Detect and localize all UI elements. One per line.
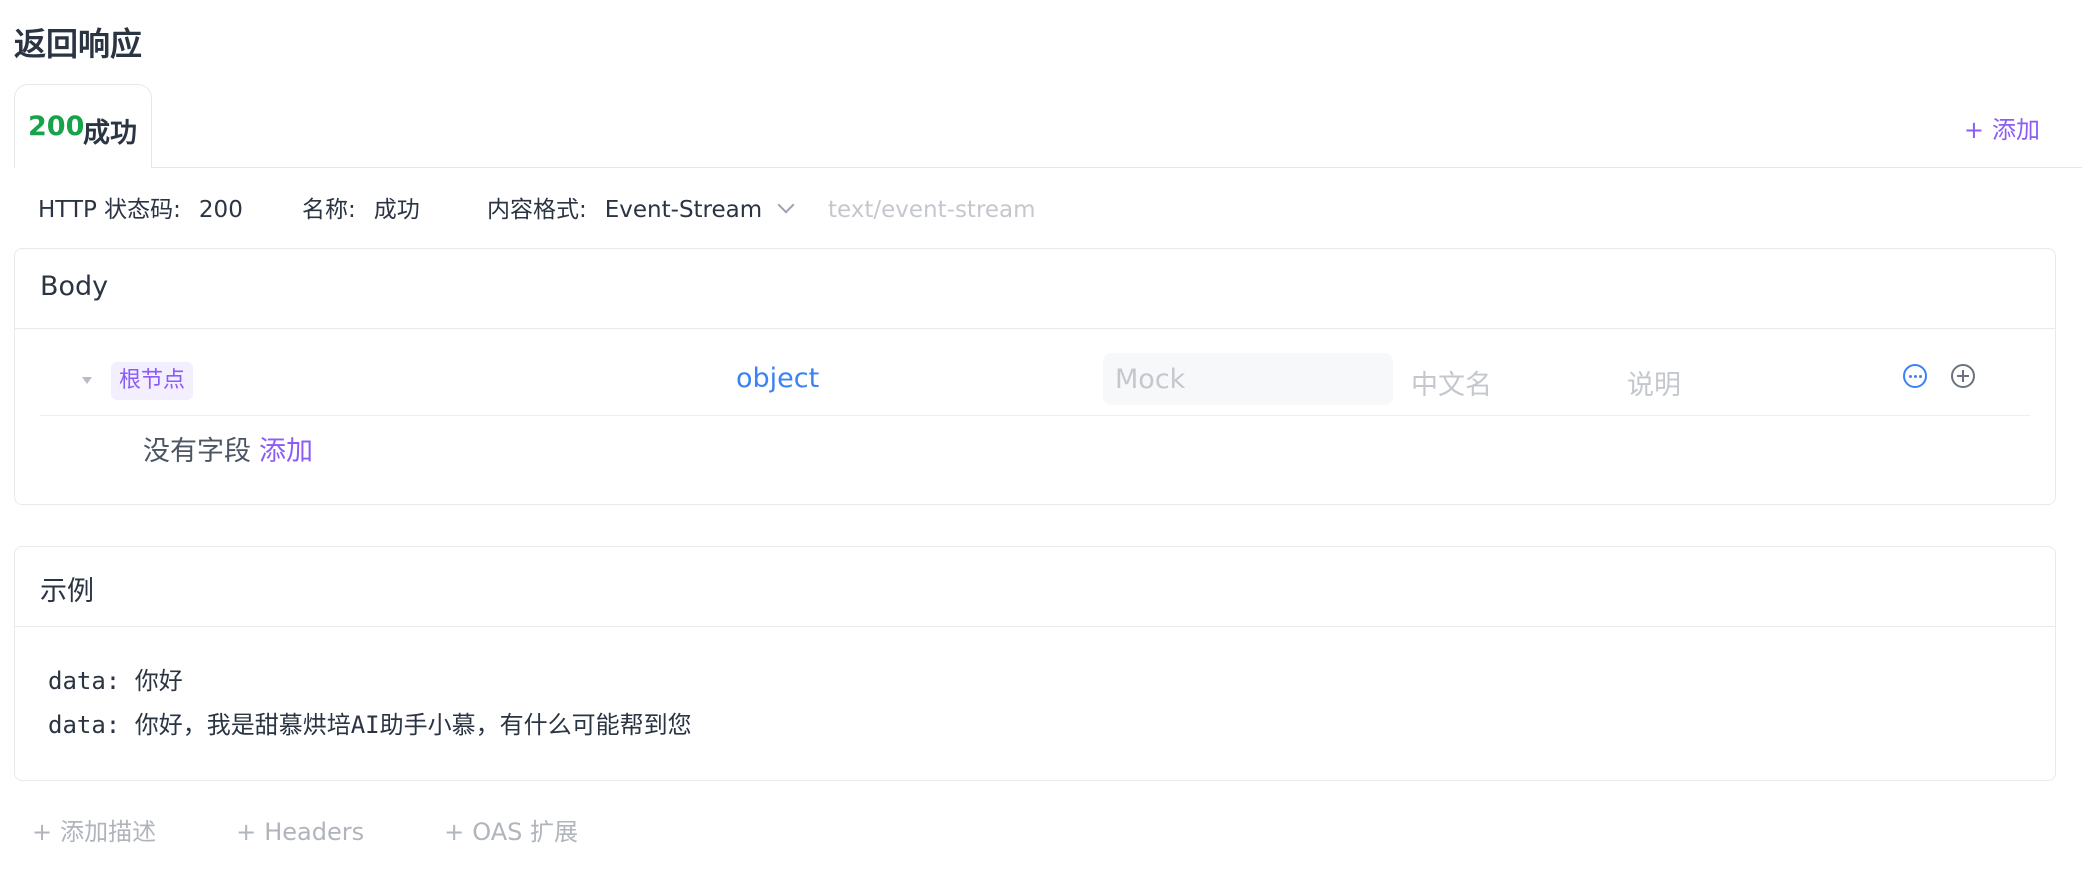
footer-actions: + 添加描述 + Headers + OAS 扩展 xyxy=(32,812,658,847)
mime-type: text/event-stream xyxy=(828,197,1036,223)
example-line: data: 你好 xyxy=(48,667,183,695)
empty-fields: 没有字段 添加 xyxy=(143,429,313,468)
example-line: data: 你好，我是甜慕烘培AI助手小慕，有什么可能帮到您 xyxy=(48,711,692,739)
plus-circle-icon[interactable] xyxy=(1951,364,1975,388)
oas-extension-button[interactable]: + OAS 扩展 xyxy=(444,818,618,846)
tab-200-success[interactable]: 200 成功 xyxy=(14,84,152,168)
body-card: Body 根节点 object 中文名 说明 没有字段添加 xyxy=(14,248,2056,505)
no-fields-text: 没有字段 xyxy=(143,436,251,467)
body-card-header: Body xyxy=(15,249,2055,329)
add-field-link[interactable]: 添加 xyxy=(259,436,313,467)
headers-button[interactable]: + Headers xyxy=(236,818,404,846)
root-node-tag[interactable]: 根节点 xyxy=(111,362,194,400)
status-code-label: HTTP 状态码: xyxy=(38,197,181,223)
headers-label: Headers xyxy=(264,818,365,846)
add-response-button[interactable]: + 添加 xyxy=(1964,110,2040,145)
example-card: 示例 data: 你好 data: 你好，我是甜慕烘培AI助手小慕，有什么可能帮… xyxy=(14,546,2056,781)
content-format-select[interactable]: Event-Stream xyxy=(605,197,762,223)
name-value[interactable]: 成功 xyxy=(374,197,420,223)
mock-input[interactable] xyxy=(1103,353,1393,405)
row-divider xyxy=(40,415,2030,416)
example-title: 示例 xyxy=(40,576,94,607)
status-code-value[interactable]: 200 xyxy=(199,197,243,223)
chevron-down-icon[interactable] xyxy=(777,196,795,214)
tab-status-label: 成功 xyxy=(83,118,137,149)
example-card-header: 示例 xyxy=(15,547,2055,627)
add-description-button[interactable]: + 添加描述 xyxy=(32,818,196,846)
content-format-field: 内容格式: Event-Stream xyxy=(487,194,795,226)
content-format-label: 内容格式: xyxy=(487,197,587,223)
section-title: 返回响应 xyxy=(14,25,143,63)
body-title: Body xyxy=(40,271,109,302)
add-response-label: 添加 xyxy=(1992,116,2040,144)
more-icon[interactable] xyxy=(1903,364,1927,388)
plus-icon: + xyxy=(32,818,53,846)
name-field: 名称: 成功 xyxy=(302,194,420,226)
name-label: 名称: xyxy=(302,197,356,223)
caret-down-icon[interactable] xyxy=(82,377,92,384)
plus-icon: + xyxy=(1963,116,1984,144)
plus-icon: + xyxy=(444,818,465,846)
chinese-name-input[interactable]: 中文名 xyxy=(1411,363,1492,402)
oas-extension-label: OAS 扩展 xyxy=(472,818,578,846)
plus-icon: + xyxy=(236,818,257,846)
type-select[interactable]: object xyxy=(736,363,819,394)
status-code-field: HTTP 状态码: 200 xyxy=(38,194,243,226)
add-description-label: 添加描述 xyxy=(60,818,157,846)
description-input[interactable]: 说明 xyxy=(1627,363,1681,402)
tab-status-code: 200 xyxy=(28,111,85,142)
tab-divider xyxy=(152,167,2082,168)
